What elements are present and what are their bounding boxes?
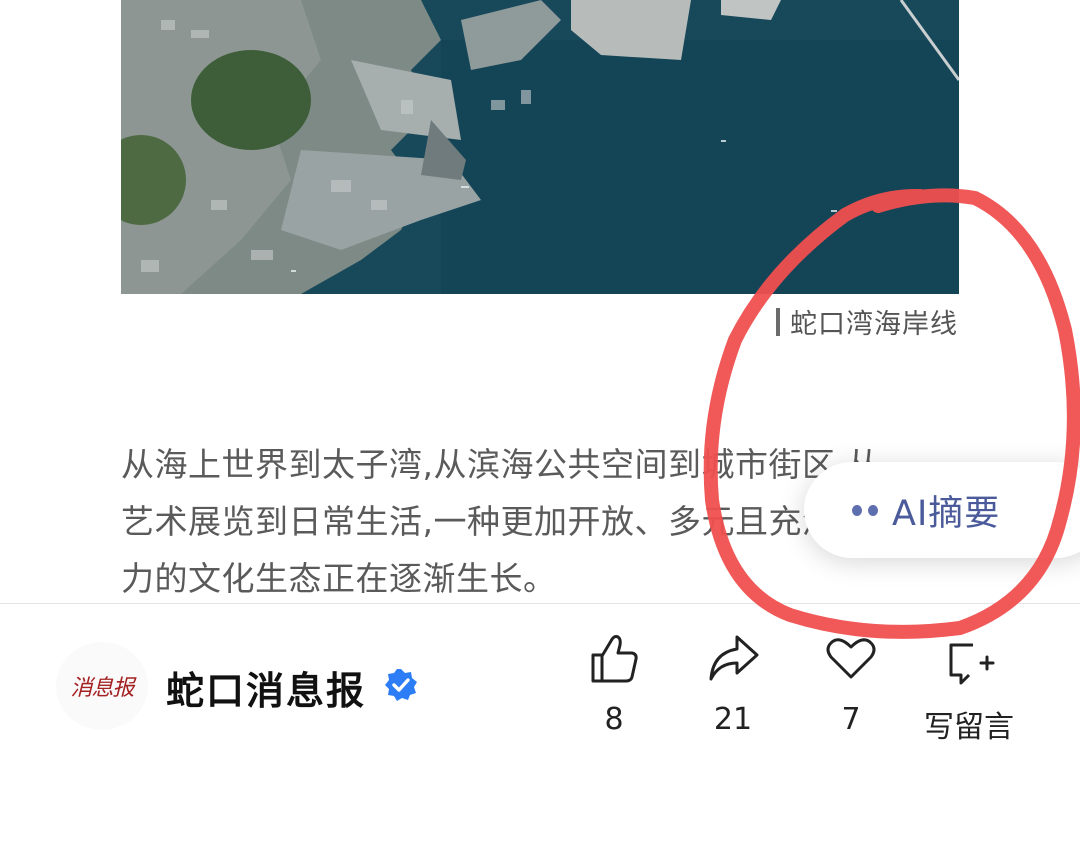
comment-add-icon xyxy=(949,643,995,685)
article-image[interactable] xyxy=(121,0,959,294)
account-logo-text: 消息报 xyxy=(70,676,134,701)
caption-text: 蛇口湾海岸线 xyxy=(790,309,958,340)
share-count: 21 xyxy=(713,702,753,737)
share-button[interactable]: 21 xyxy=(678,628,788,737)
ai-summary-button[interactable]: AI摘要 xyxy=(804,462,1080,558)
like-button[interactable]: 8 xyxy=(559,628,669,737)
comment-button[interactable]: 写留言 xyxy=(914,628,1024,746)
account-avatar[interactable]: 消息报 xyxy=(56,642,148,730)
image-caption: 蛇口湾海岸线 xyxy=(776,302,958,341)
heart-icon xyxy=(826,638,876,679)
share-icon xyxy=(709,635,759,681)
ai-summary-label: AI摘要 xyxy=(892,493,1001,534)
account-name[interactable]: 蛇口消息报 xyxy=(166,660,366,715)
caption-marker xyxy=(776,307,780,336)
favorite-button[interactable]: 7 xyxy=(796,628,906,737)
comment-label: 写留言 xyxy=(924,710,1014,745)
ai-dots-icon xyxy=(852,504,878,516)
like-count: 8 xyxy=(604,702,624,737)
favorite-count: 7 xyxy=(841,702,861,737)
thumbs-up-icon xyxy=(591,635,638,683)
article-paragraph: 从海上世界到太子湾,从滨海公共空间到城市街区,从 艺术展览到日常生活,一种更加开… xyxy=(121,445,880,598)
verified-badge-icon xyxy=(385,669,417,701)
